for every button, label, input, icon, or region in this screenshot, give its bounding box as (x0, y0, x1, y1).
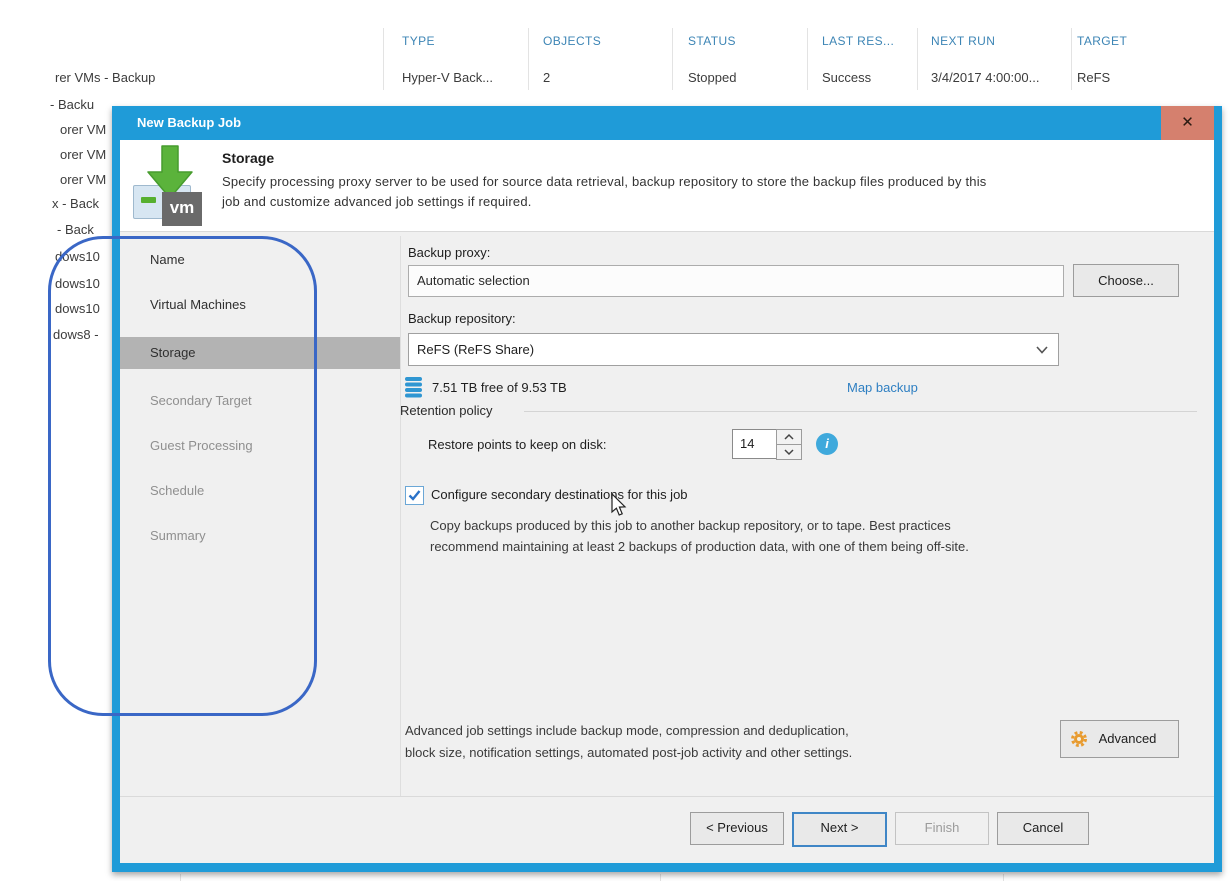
minus-icon (141, 197, 156, 203)
choose-button[interactable]: Choose... (1073, 264, 1179, 297)
column-separator (180, 874, 181, 881)
advanced-description-line2: block size, notification settings, autom… (405, 745, 852, 760)
nav-separator (400, 236, 401, 796)
chevron-up-icon (777, 431, 801, 443)
dialog-title: New Backup Job (137, 115, 241, 130)
advanced-button[interactable]: Advanced (1060, 720, 1179, 758)
vm-badge-icon: vm (162, 192, 202, 226)
backup-proxy-field[interactable]: Automatic selection (408, 265, 1064, 297)
step-title: Storage (222, 150, 274, 166)
stepper-down-button[interactable] (776, 444, 802, 460)
mouse-cursor (611, 493, 629, 517)
row-cell-target: ReFS (1077, 70, 1110, 85)
row-cell-type: Hyper-V Back... (402, 70, 493, 85)
stepper-up-button[interactable] (776, 429, 802, 445)
step-description-line1: Specify processing proxy server to be us… (222, 174, 987, 189)
column-separator (660, 874, 661, 881)
gear-icon (1070, 730, 1088, 748)
advanced-button-label: Advanced (1099, 731, 1157, 746)
column-separator (383, 28, 384, 90)
previous-button[interactable]: < Previous (690, 812, 784, 845)
map-backup-link[interactable]: Map backup (847, 380, 918, 395)
column-header-last-result[interactable]: LAST RES... (822, 34, 894, 48)
row-cell-name: rer VMs - Backup (55, 70, 155, 85)
dialog-titlebar[interactable]: New Backup Job ✕ (112, 106, 1222, 140)
secondary-description-line1: Copy backups produced by this job to ano… (430, 518, 951, 533)
job-list-item[interactable]: orer VM (60, 147, 106, 162)
step-description-line2: job and customize advanced job settings … (222, 194, 532, 209)
job-list-item[interactable]: - Back (57, 222, 94, 237)
job-list-item[interactable]: - Backu (50, 97, 94, 112)
column-header-objects[interactable]: OBJECTS (543, 34, 601, 48)
footer-separator (120, 796, 1214, 797)
chevron-down-icon (777, 446, 801, 458)
annotation-highlight-box (48, 236, 317, 716)
row-cell-status: Stopped (688, 70, 736, 85)
restore-points-label: Restore points to keep on disk: (428, 437, 607, 452)
column-header-next-run[interactable]: NEXT RUN (931, 34, 995, 48)
column-separator (1071, 28, 1072, 90)
advanced-description-line1: Advanced job settings include backup mod… (405, 723, 849, 738)
job-list-item[interactable]: orer VM (60, 122, 106, 137)
row-cell-objects: 2 (543, 70, 550, 85)
screen: TYPE OBJECTS STATUS LAST RES... NEXT RUN… (0, 0, 1232, 881)
retention-policy-groupline (524, 411, 1197, 412)
column-separator (672, 28, 673, 90)
next-button[interactable]: Next > (792, 812, 887, 847)
column-separator (917, 28, 918, 90)
column-header-status[interactable]: STATUS (688, 34, 736, 48)
column-header-target[interactable]: TARGET (1077, 34, 1127, 48)
info-icon: i (816, 433, 838, 455)
column-separator (807, 28, 808, 90)
column-separator (528, 28, 529, 90)
close-button[interactable]: ✕ (1161, 106, 1214, 140)
secondary-destinations-label[interactable]: Configure secondary destinations for thi… (431, 487, 688, 502)
finish-button[interactable]: Finish (895, 812, 989, 845)
secondary-destinations-checkbox[interactable] (405, 486, 424, 505)
backup-repository-select[interactable]: ReFS (ReFS Share) (408, 333, 1059, 366)
backup-repository-label: Backup repository: (408, 311, 516, 326)
check-icon (406, 487, 423, 504)
secondary-description-line2: recommend maintaining at least 2 backups… (430, 539, 969, 554)
backup-proxy-label: Backup proxy: (408, 245, 490, 260)
restore-points-stepper: 14 (732, 429, 802, 459)
row-cell-last-result: Success (822, 70, 871, 85)
cancel-button[interactable]: Cancel (997, 812, 1089, 845)
job-list-item[interactable]: x - Back (52, 196, 99, 211)
job-list-item[interactable]: orer VM (60, 172, 106, 187)
wizard-header: vm Storage Specify processing proxy serv… (120, 140, 1214, 232)
column-header-type[interactable]: TYPE (402, 34, 435, 48)
column-separator (1003, 874, 1004, 881)
row-cell-next-run: 3/4/2017 4:00:00... (931, 70, 1039, 85)
chevron-down-icon (1036, 346, 1048, 354)
retention-policy-group-label: Retention policy (400, 403, 493, 418)
disk-stack-icon (404, 376, 424, 398)
close-icon: ✕ (1181, 114, 1194, 131)
free-space-text: 7.51 TB free of 9.53 TB (432, 380, 567, 395)
backup-repository-value: ReFS (ReFS Share) (417, 342, 534, 357)
